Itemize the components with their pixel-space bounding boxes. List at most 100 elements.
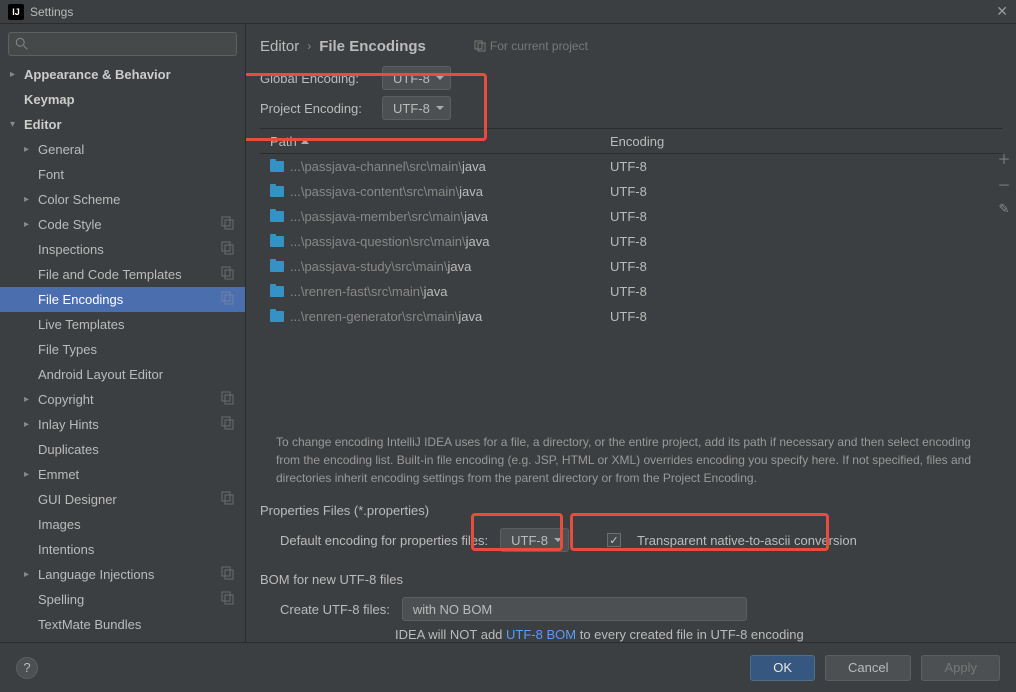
sidebar-item-emmet[interactable]: ▸Emmet [0, 462, 245, 487]
global-encoding-combo[interactable]: UTF-8 [382, 66, 451, 90]
sidebar-item-file-and-code-templates[interactable]: File and Code Templates [0, 262, 245, 287]
sidebar-item-label: Inspections [38, 242, 221, 257]
sidebar-item-inlay-hints[interactable]: ▸Inlay Hints [0, 412, 245, 437]
project-encoding-combo[interactable]: UTF-8 [382, 96, 451, 120]
transparent-ascii-checkbox[interactable] [607, 533, 621, 547]
sidebar-item-color-scheme[interactable]: ▸Color Scheme [0, 187, 245, 212]
properties-encoding-combo[interactable]: UTF-8 [500, 528, 569, 552]
sidebar-item-copyright[interactable]: ▸Copyright [0, 387, 245, 412]
table-row[interactable]: ...\passjava-member\src\main\javaUTF-8 [260, 204, 1002, 229]
sidebar-item-file-types[interactable]: File Types [0, 337, 245, 362]
project-scope-hint: For current project [474, 39, 588, 53]
sidebar-item-label: Emmet [38, 467, 245, 482]
folder-icon [270, 186, 284, 197]
table-row[interactable]: ...\renren-generator\src\main\javaUTF-8 [260, 304, 1002, 329]
bom-row: Create UTF-8 files: with NO BOM [260, 597, 1002, 621]
main-panel: Editor › File Encodings For current proj… [246, 24, 1016, 642]
sidebar-item-label: File and Code Templates [38, 267, 221, 282]
help-button[interactable]: ? [16, 657, 38, 679]
sidebar-item-android-layout-editor[interactable]: Android Layout Editor [0, 362, 245, 387]
sort-asc-icon [301, 139, 309, 144]
chevron-down-icon [436, 76, 444, 80]
sidebar-item-label: Spelling [38, 592, 221, 607]
sidebar-item-label: TextMate Bundles [38, 617, 245, 632]
folder-icon [270, 311, 284, 322]
close-icon[interactable]: ✕ [996, 3, 1008, 20]
properties-encoding-label: Default encoding for properties files: [280, 533, 488, 548]
global-encoding-row: Global Encoding: UTF-8 [260, 66, 1002, 90]
sidebar-item-textmate-bundles[interactable]: TextMate Bundles [0, 612, 245, 637]
breadcrumb: Editor › File Encodings For current proj… [260, 32, 1002, 60]
project-encoding-row: Project Encoding: UTF-8 [260, 96, 1002, 120]
encoding-cell[interactable]: UTF-8 [600, 284, 1002, 299]
chevron-down-icon [554, 538, 562, 542]
sidebar-item-label: Inlay Hints [38, 417, 221, 432]
sidebar-item-code-style[interactable]: ▸Code Style [0, 212, 245, 237]
sidebar-item-appearance-behavior[interactable]: ▸Appearance & Behavior [0, 62, 245, 87]
sidebar-item-font[interactable]: Font [0, 162, 245, 187]
sidebar-item-duplicates[interactable]: Duplicates [0, 437, 245, 462]
cancel-button[interactable]: Cancel [825, 655, 911, 681]
sidebar-item-file-encodings[interactable]: File Encodings [0, 287, 245, 312]
encoding-cell[interactable]: UTF-8 [600, 234, 1002, 249]
col-header-encoding[interactable]: Encoding [600, 134, 1002, 149]
edit-icon[interactable]: ✎ [996, 201, 1012, 217]
create-utf8-combo[interactable]: with NO BOM [402, 597, 747, 621]
sidebar-item-label: Code Style [38, 217, 221, 232]
chevron-right-icon: ▸ [24, 419, 36, 430]
table-row[interactable]: ...\passjava-channel\src\main\javaUTF-8 [260, 154, 1002, 179]
apply-button[interactable]: Apply [921, 655, 1000, 681]
table-row[interactable]: ...\renren-fast\src\main\javaUTF-8 [260, 279, 1002, 304]
sidebar-item-keymap[interactable]: Keymap [0, 87, 245, 112]
breadcrumb-parent[interactable]: Editor [260, 38, 299, 55]
project-scope-icon [221, 391, 245, 408]
sidebar-item-images[interactable]: Images [0, 512, 245, 537]
global-encoding-label: Global Encoding: [260, 71, 370, 86]
remove-icon[interactable]: － [996, 175, 1012, 191]
sidebar-item-todo[interactable]: TODO [0, 637, 245, 642]
sidebar-item-live-templates[interactable]: Live Templates [0, 312, 245, 337]
properties-encoding-row: Default encoding for properties files: U… [260, 528, 1002, 552]
titlebar: IJ Settings ✕ [0, 0, 1016, 24]
encoding-cell[interactable]: UTF-8 [600, 159, 1002, 174]
transparent-ascii-label[interactable]: Transparent native-to-ascii conversion [637, 533, 857, 548]
search-icon [15, 37, 29, 51]
sidebar-item-label: Keymap [24, 92, 245, 107]
sidebar-item-spelling[interactable]: Spelling [0, 587, 245, 612]
encoding-cell[interactable]: UTF-8 [600, 259, 1002, 274]
chevron-right-icon: ▸ [24, 469, 36, 480]
utf8-bom-link[interactable]: UTF-8 BOM [506, 627, 576, 642]
chevron-right-icon: ▸ [10, 69, 22, 80]
project-scope-icon [221, 241, 245, 258]
folder-icon [270, 161, 284, 172]
sidebar-item-language-injections[interactable]: ▸Language Injections [0, 562, 245, 587]
table-header: Path Encoding [260, 128, 1002, 154]
sidebar-item-intentions[interactable]: Intentions [0, 537, 245, 562]
encoding-cell[interactable]: UTF-8 [600, 184, 1002, 199]
add-icon[interactable]: ＋ [996, 149, 1012, 165]
sidebar-item-label: Duplicates [38, 442, 245, 457]
encoding-cell[interactable]: UTF-8 [600, 209, 1002, 224]
sidebar-item-general[interactable]: ▸General [0, 137, 245, 162]
folder-icon [270, 211, 284, 222]
sidebar-item-label: Appearance & Behavior [24, 67, 245, 82]
col-header-path[interactable]: Path [260, 134, 600, 149]
sidebar-item-label: Android Layout Editor [38, 367, 245, 382]
encoding-cell[interactable]: UTF-8 [600, 309, 1002, 324]
chevron-right-icon: ▸ [24, 394, 36, 405]
sidebar-item-gui-designer[interactable]: GUI Designer [0, 487, 245, 512]
project-scope-icon [221, 416, 245, 433]
table-row[interactable]: ...\passjava-content\src\main\javaUTF-8 [260, 179, 1002, 204]
ok-button[interactable]: OK [750, 655, 815, 681]
search-input[interactable] [8, 32, 237, 56]
table-row[interactable]: ...\passjava-study\src\main\javaUTF-8 [260, 254, 1002, 279]
chevron-right-icon: › [307, 39, 311, 53]
sidebar-item-editor[interactable]: ▾Editor [0, 112, 245, 137]
sidebar-item-label: Copyright [38, 392, 221, 407]
window-title: Settings [30, 5, 996, 19]
table-row[interactable]: ...\passjava-question\src\main\javaUTF-8 [260, 229, 1002, 254]
sidebar-item-label: GUI Designer [38, 492, 221, 507]
folder-icon [270, 261, 284, 272]
project-scope-icon [221, 566, 245, 583]
sidebar-item-inspections[interactable]: Inspections [0, 237, 245, 262]
